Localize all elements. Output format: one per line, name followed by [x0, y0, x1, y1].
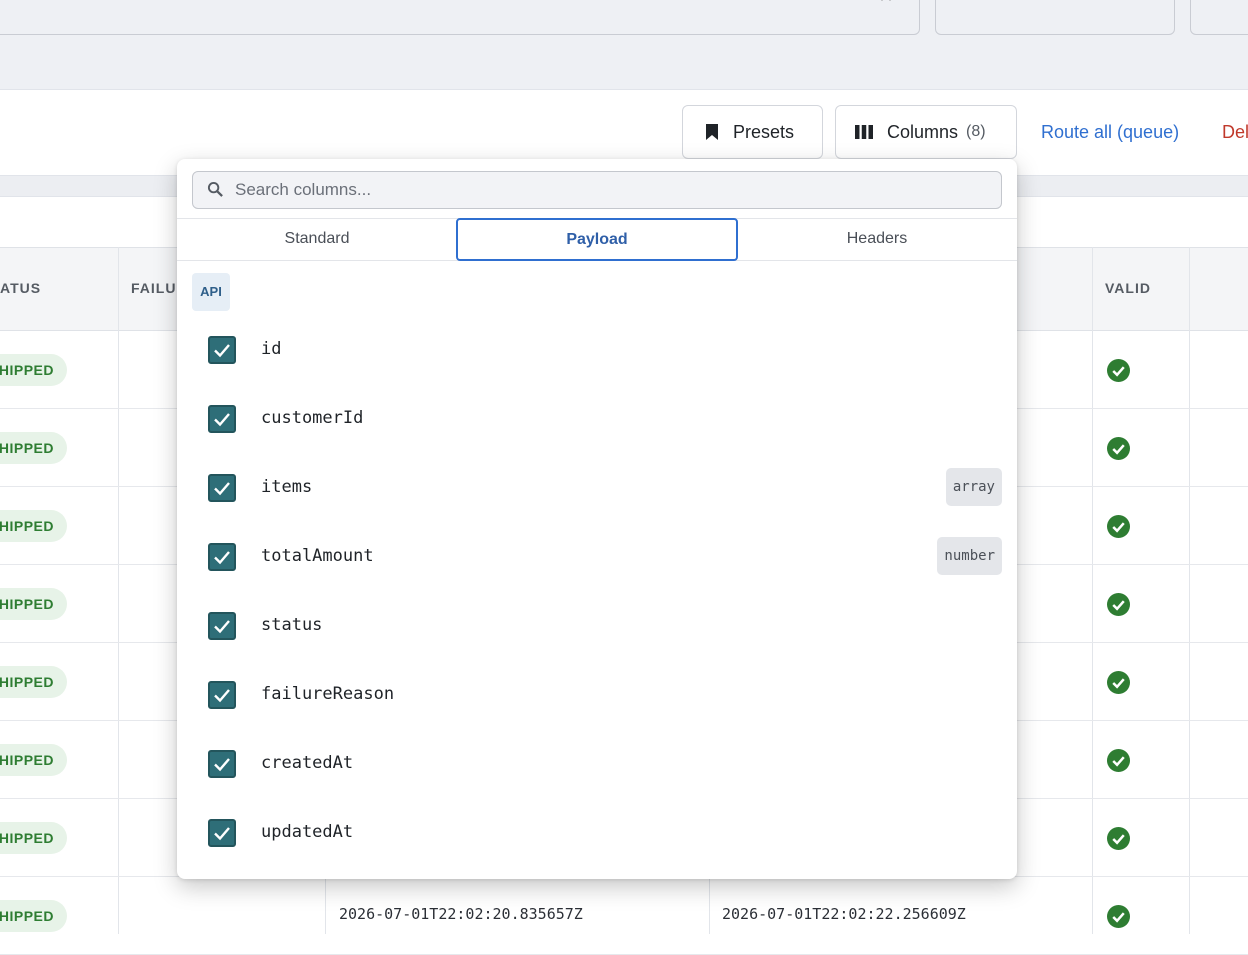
status-badge: HIPPED [0, 588, 67, 620]
checkbox[interactable] [208, 750, 236, 778]
header-status[interactable]: ATUS [0, 280, 41, 296]
check-icon [214, 551, 230, 565]
check-circle-icon [1107, 671, 1130, 694]
status-badge: HIPPED [0, 354, 67, 386]
chevron-icon [881, 0, 891, 1]
check-icon [214, 620, 230, 634]
columns-label: Columns [887, 121, 959, 142]
checkbox[interactable] [208, 681, 236, 709]
column-option[interactable]: updatedAt [177, 798, 1017, 867]
check-icon [214, 758, 230, 772]
check-circle-icon [1107, 749, 1130, 772]
column-option[interactable]: totalAmount number [177, 522, 1017, 591]
column-option-label: status [261, 615, 323, 635]
columns-popover: Standard Payload Headers API id customer… [177, 159, 1017, 879]
delete-link[interactable]: Del [1222, 122, 1248, 143]
tab-headers[interactable]: Headers [737, 219, 1017, 261]
column-option[interactable]: createdAt [177, 729, 1017, 798]
check-icon [214, 413, 230, 427]
status-badge: HIPPED [0, 822, 67, 854]
column-option-label: items [261, 477, 313, 497]
column-option[interactable]: items array [177, 453, 1017, 522]
type-badge: array [945, 468, 1002, 506]
group-label-api: API [192, 273, 230, 311]
column-option-label: totalAmount [261, 546, 374, 566]
checkbox[interactable] [208, 405, 236, 433]
tab-standard[interactable]: Standard [177, 219, 457, 261]
table-row[interactable]: HIPPED 2026-07-01T22:02:20.835657Z 2026-… [0, 877, 1248, 955]
created-at-cell: 2026-07-01T22:02:20.835657Z [339, 905, 583, 923]
check-circle-icon [1107, 437, 1130, 460]
column-tabs: Standard Payload Headers [177, 218, 1017, 261]
column-option-label: customerId [261, 408, 364, 428]
header-failure[interactable]: FAILU [131, 280, 176, 296]
check-circle-icon [1107, 827, 1130, 850]
column-option[interactable]: customerId [177, 384, 1017, 453]
columns-icon [855, 125, 873, 139]
type-badge: number [937, 537, 1002, 575]
column-option-label: failureReason [261, 684, 395, 704]
check-icon [214, 482, 230, 496]
check-circle-icon [1107, 515, 1130, 538]
presets-button[interactable]: Presets [682, 105, 823, 159]
header-valid[interactable]: VALID [1105, 280, 1151, 296]
check-icon [214, 827, 230, 841]
search-columns-input[interactable] [235, 172, 995, 208]
filter-field-tertiary[interactable] [1190, 0, 1248, 35]
status-badge: HIPPED [0, 510, 67, 542]
route-all-link[interactable]: Route all (queue) [1041, 122, 1179, 143]
checkbox[interactable] [208, 612, 236, 640]
column-option[interactable]: status [177, 591, 1017, 660]
checkbox[interactable] [208, 819, 236, 847]
check-icon [214, 689, 230, 703]
status-badge: HIPPED [0, 666, 67, 698]
status-badge: HIPPED [0, 432, 67, 464]
check-circle-icon [1107, 905, 1130, 928]
check-circle-icon [1107, 593, 1130, 616]
columns-count: (8) [966, 123, 986, 140]
column-option-label: updatedAt [261, 822, 354, 842]
updated-at-cell: 2026-07-01T22:02:22.256609Z [722, 905, 966, 923]
checkbox[interactable] [208, 474, 236, 502]
bookmark-icon [706, 124, 718, 140]
filter-field-secondary[interactable] [935, 0, 1175, 35]
column-option[interactable]: id [177, 315, 1017, 384]
checkbox[interactable] [208, 543, 236, 571]
check-icon [214, 344, 230, 358]
columns-button[interactable]: Columns (8) [835, 105, 1017, 159]
filter-bar [0, 0, 1248, 90]
status-badge: HIPPED [0, 744, 67, 776]
status-badge: HIPPED [0, 900, 67, 932]
column-option-label: id [261, 339, 282, 359]
filter-select[interactable] [0, 0, 920, 35]
presets-label: Presets [733, 121, 795, 142]
column-option[interactable]: failureReason [177, 660, 1017, 729]
tab-payload[interactable]: Payload [456, 218, 738, 261]
column-option-label: createdAt [261, 753, 354, 773]
check-circle-icon [1107, 359, 1130, 382]
search-box [192, 171, 1002, 209]
checkbox[interactable] [208, 336, 236, 364]
search-icon [207, 181, 223, 197]
